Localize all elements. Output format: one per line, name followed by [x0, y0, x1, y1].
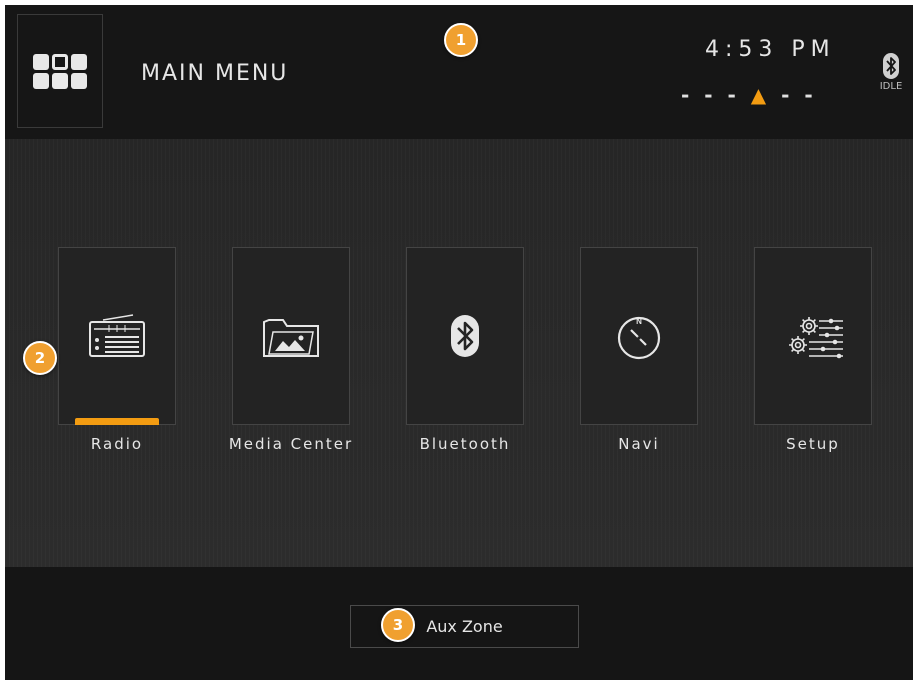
clock-display: 4:53 PM — [705, 37, 836, 62]
compass-dashes-right: - - — [781, 83, 817, 107]
bluetooth-tile[interactable] — [406, 247, 524, 425]
callout-badge-3: 3 — [381, 608, 415, 642]
compass-heading: - - - ▲ - - — [681, 83, 817, 107]
media-center-tile[interactable] — [232, 247, 350, 425]
active-indicator — [75, 418, 159, 425]
navi-label: Navi — [618, 435, 660, 453]
head-unit-screen: MAIN MENU 4:53 PM - - - ▲ - - IDLE Radio… — [5, 5, 913, 680]
grid-menu-icon — [33, 53, 87, 89]
media-center-label: Media Center — [228, 435, 354, 453]
menu-area: Radio Media Center Bluetooth N Navi Setu… — [5, 139, 913, 567]
callout-badge-2: 2 — [23, 341, 57, 375]
compass-dashes-left: - - - — [681, 83, 740, 107]
svg-text:N: N — [636, 317, 642, 326]
navi-tile[interactable]: N — [580, 247, 698, 425]
settings-sliders-icon — [789, 317, 843, 359]
page-title: MAIN MENU — [141, 61, 289, 86]
radio-label: Radio — [90, 435, 144, 453]
bluetooth-idle-label: IDLE — [879, 81, 903, 92]
setup-label: Setup — [786, 435, 840, 453]
radio-icon — [89, 314, 145, 357]
footer-bar: Aux Zone — [5, 567, 913, 680]
bluetooth-label: Bluetooth — [419, 435, 511, 453]
callout-badge-1: 1 — [444, 23, 478, 57]
bluetooth-status-icon — [883, 53, 899, 79]
bluetooth-icon — [451, 315, 479, 357]
heading-arrow-icon: ▲ — [750, 83, 771, 107]
setup-tile[interactable] — [754, 247, 872, 425]
main-menu-button[interactable] — [17, 14, 103, 128]
folder-image-icon — [263, 319, 319, 357]
radio-tile[interactable] — [58, 247, 176, 425]
compass-icon: N — [617, 316, 661, 360]
bluetooth-status: IDLE — [879, 53, 903, 92]
